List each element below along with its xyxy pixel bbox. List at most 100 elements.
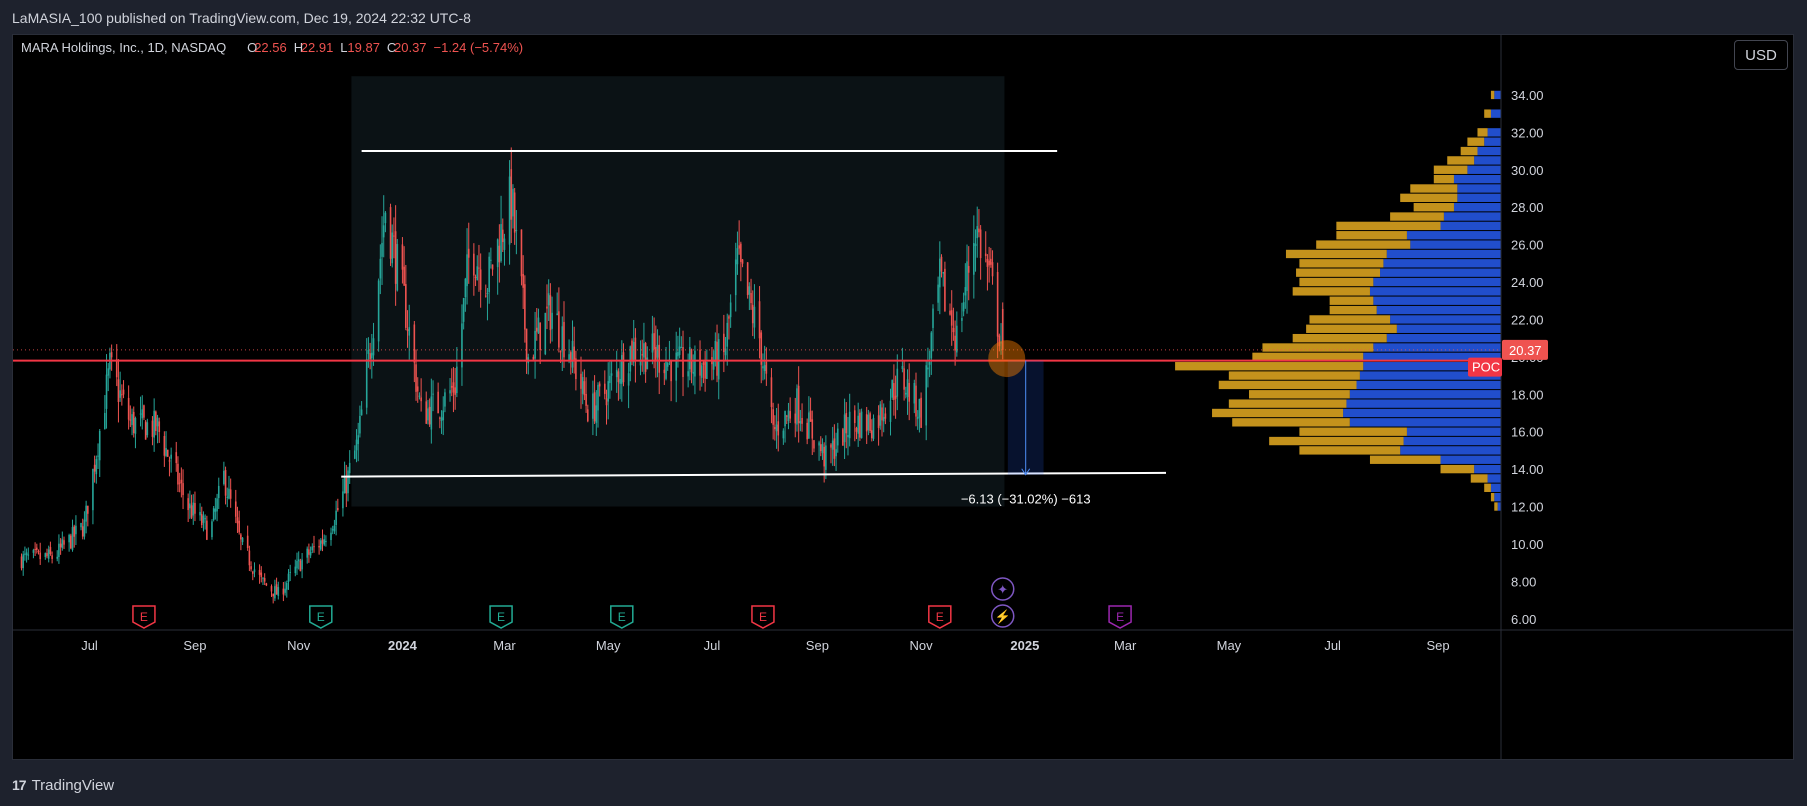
time-axis: Jul Sep Nov 2024 Mar May Jul Sep Nov 2025 Mar May Ju… bbox=[13, 629, 1793, 653]
time-tick-label: Mar bbox=[493, 638, 516, 653]
candle-body bbox=[605, 398, 608, 406]
candle-body bbox=[115, 359, 118, 378]
footer-brand[interactable]: TradingView bbox=[32, 777, 115, 794]
candle-body bbox=[979, 229, 982, 259]
earnings-marker-label: E bbox=[759, 610, 767, 624]
candle-body bbox=[882, 417, 885, 422]
candle-body bbox=[348, 462, 351, 474]
candle-body bbox=[479, 269, 482, 290]
volume-profile-down-bar bbox=[1484, 483, 1491, 492]
candle-body bbox=[894, 395, 897, 399]
candle-body bbox=[313, 546, 315, 548]
candle-body bbox=[905, 392, 907, 395]
candle-body bbox=[323, 539, 326, 545]
candle-body bbox=[847, 434, 849, 438]
candle-body bbox=[753, 306, 756, 328]
candle-body bbox=[320, 540, 322, 550]
candle-body bbox=[580, 373, 582, 389]
candle-body bbox=[956, 325, 958, 353]
volume-profile-down-bar bbox=[1292, 333, 1387, 343]
candle-body bbox=[619, 378, 621, 384]
candle-body bbox=[343, 476, 346, 494]
candle-body bbox=[937, 284, 939, 303]
candle-body bbox=[869, 413, 871, 431]
candle-body bbox=[586, 409, 589, 422]
candle-body bbox=[496, 239, 499, 268]
candle-body bbox=[558, 311, 560, 348]
volume-profile-up-bar bbox=[1474, 156, 1501, 165]
candlestick-chart[interactable]: −6.13 (−31.02%) −613 MARA Holdings, Inc.,… bbox=[13, 35, 1793, 759]
candle-body bbox=[156, 417, 159, 427]
volume-profile-down-bar bbox=[1390, 212, 1444, 221]
candle-body bbox=[893, 383, 895, 401]
candle-body bbox=[321, 539, 324, 544]
candle-body bbox=[525, 328, 528, 362]
candle-body bbox=[490, 259, 492, 261]
volume-profile-up-bar bbox=[1457, 193, 1501, 203]
poc-marker-circle bbox=[988, 340, 1026, 378]
candle-body bbox=[297, 559, 300, 562]
candle-body bbox=[246, 535, 249, 548]
measure-label: −6.13 (−31.02%) −613 bbox=[961, 492, 1091, 507]
candle-body bbox=[59, 543, 62, 548]
volume-profile-up-bar bbox=[1390, 315, 1501, 324]
candle-body bbox=[153, 410, 155, 438]
candle-body bbox=[384, 212, 387, 224]
candle-body bbox=[700, 365, 703, 378]
earnings-marker-label: E bbox=[497, 610, 505, 624]
candle-body bbox=[559, 351, 562, 353]
candle-body bbox=[928, 362, 931, 365]
volume-profile-up-bar bbox=[1406, 427, 1501, 436]
candle-body bbox=[406, 329, 409, 332]
candle-body bbox=[726, 322, 729, 347]
candle-body bbox=[238, 520, 240, 533]
candle-body bbox=[180, 479, 183, 483]
price-tick-label: 32.00 bbox=[1511, 125, 1544, 140]
candle-body bbox=[789, 411, 791, 419]
volume-profile-down-bar bbox=[1316, 240, 1411, 249]
volume-profile-up-bar bbox=[1386, 333, 1501, 343]
candle-body bbox=[177, 463, 179, 485]
candle-body bbox=[277, 587, 280, 596]
volume-profile-up-bar bbox=[1494, 90, 1501, 100]
candle-body bbox=[677, 352, 679, 357]
candle-body bbox=[777, 421, 780, 436]
legend-o-value: 22.56 bbox=[254, 40, 287, 55]
volume-profile-down-bar bbox=[1470, 474, 1488, 483]
candle-body bbox=[34, 548, 36, 550]
candle-body bbox=[466, 254, 468, 287]
volume-profile-up-bar bbox=[1356, 380, 1501, 390]
volume-profile-down-bar bbox=[1447, 156, 1475, 165]
candle-body bbox=[211, 521, 213, 538]
candle-body bbox=[501, 229, 504, 243]
candle-body bbox=[950, 310, 953, 326]
chart-panel[interactable]: −6.13 (−31.02%) −613 MARA Holdings, Inc.,… bbox=[12, 34, 1794, 760]
candle-body bbox=[393, 235, 395, 237]
candle-body bbox=[682, 347, 684, 377]
candle-body bbox=[665, 361, 667, 379]
candle-body bbox=[415, 364, 417, 392]
candle-body bbox=[961, 317, 963, 321]
candle-body bbox=[976, 226, 979, 239]
candle-body bbox=[903, 368, 905, 390]
candle-body bbox=[643, 343, 645, 358]
candle-body bbox=[44, 553, 47, 557]
candle-body bbox=[583, 381, 586, 396]
candle-body bbox=[143, 405, 145, 418]
candle-body bbox=[539, 322, 541, 351]
price-tick-label: 8.00 bbox=[1511, 574, 1536, 589]
volume-profile-up-bar bbox=[1453, 174, 1501, 184]
candle-body bbox=[263, 578, 266, 582]
candle-body bbox=[962, 302, 965, 312]
candle-body bbox=[738, 245, 740, 249]
volume-profile-up-bar bbox=[1380, 268, 1501, 277]
candle-body bbox=[444, 392, 446, 407]
candle-body bbox=[597, 384, 599, 411]
candle-body bbox=[632, 341, 635, 363]
candle-body bbox=[884, 413, 887, 419]
candle-body bbox=[357, 435, 360, 445]
currency-button[interactable]: USD bbox=[1734, 40, 1788, 70]
candle-body bbox=[132, 411, 135, 434]
candle-body bbox=[775, 424, 778, 432]
candle-body bbox=[503, 238, 506, 250]
